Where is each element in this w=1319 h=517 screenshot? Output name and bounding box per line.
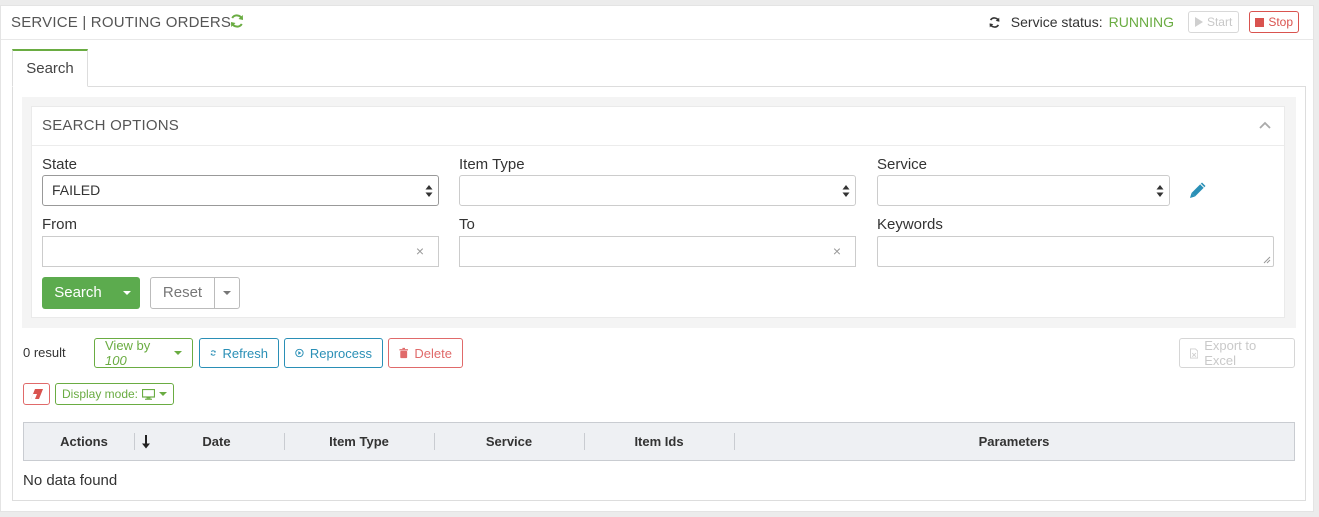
reset-dropdown-toggle[interactable] (215, 278, 239, 308)
column-date[interactable]: Date (154, 423, 279, 460)
monitor-icon (142, 388, 156, 400)
caret-down-icon (159, 392, 168, 396)
refresh-icon (210, 350, 216, 356)
to-label: To (459, 216, 475, 233)
chevron-up-icon[interactable] (1258, 118, 1272, 132)
search-options-panel: SEARCH OPTIONS State Item Type Service F… (31, 106, 1285, 318)
page-frame: SERVICE | ROUTING ORDERS Service status:… (0, 5, 1314, 512)
search-button[interactable]: Search (42, 277, 140, 309)
file-excel-icon (1190, 347, 1199, 359)
service-status-bar: Service status: RUNNING Start Stop (988, 11, 1299, 33)
start-button[interactable]: Start (1187, 11, 1240, 33)
export-excel-button[interactable]: Export to Excel (1179, 338, 1295, 368)
view-by-text: View by (105, 338, 151, 353)
service-select[interactable] (877, 175, 1170, 206)
close-icon: × (832, 243, 842, 259)
eraser-icon (30, 389, 43, 399)
page-title: SERVICE | ROUTING ORDERS (11, 14, 232, 31)
refresh-button-label: Refresh (222, 345, 268, 361)
results-table-header: Actions Date Item Type Service Item Ids … (23, 422, 1295, 461)
item-type-select[interactable] (459, 175, 856, 206)
item-type-label: Item Type (459, 156, 525, 173)
column-item-ids[interactable]: Item Ids (584, 423, 734, 460)
reset-button[interactable]: Reset (150, 277, 240, 309)
column-parameters[interactable]: Parameters (734, 423, 1294, 460)
caret-down-icon (123, 291, 131, 295)
search-tab-panel: SEARCH OPTIONS State Item Type Service F… (12, 86, 1306, 501)
from-date-input[interactable] (42, 236, 403, 267)
display-mode-dropdown[interactable]: Display mode: (55, 383, 174, 405)
close-icon: × (415, 243, 425, 259)
updown-icon (1156, 185, 1164, 197)
delete-button[interactable]: Delete (388, 338, 463, 368)
column-item-type[interactable]: Item Type (284, 423, 434, 460)
display-mode-label: Display mode: (61, 387, 139, 401)
sync-icon (989, 16, 1000, 28)
resize-grip-icon[interactable] (1263, 256, 1271, 264)
state-label: State (42, 156, 78, 173)
export-excel-label: Export to Excel (1204, 338, 1257, 368)
service-label: Service (877, 156, 928, 173)
search-options-title: SEARCH OPTIONS (42, 117, 179, 134)
play-circle-icon (295, 348, 304, 358)
caret-down-icon (174, 351, 182, 355)
view-by-label: View by 100 (105, 338, 168, 368)
state-select-value: FAILED (52, 182, 101, 198)
keywords-label: Keywords (877, 216, 943, 233)
search-button-label: Search (54, 284, 102, 301)
tab-search[interactable]: Search (12, 49, 88, 87)
reset-button-label: Reset (151, 278, 215, 308)
keywords-textarea[interactable] (877, 236, 1274, 267)
view-by-dropdown[interactable]: View by 100 (94, 338, 193, 368)
divider (32, 145, 1284, 146)
view-by-value: 100 (105, 353, 127, 368)
from-label: From (42, 216, 77, 233)
reprocess-button[interactable]: Reprocess (284, 338, 383, 368)
to-date-input[interactable] (459, 236, 820, 267)
clear-from-button[interactable]: × (402, 236, 439, 267)
stop-icon (1255, 17, 1265, 27)
delete-button-label: Delete (414, 345, 452, 361)
column-service[interactable]: Service (434, 423, 584, 460)
updown-icon (425, 185, 433, 197)
pencil-icon[interactable] (1189, 181, 1207, 199)
start-button-label: Start (1206, 15, 1233, 29)
clear-to-button[interactable]: × (819, 236, 856, 267)
search-dropdown-toggle[interactable] (114, 277, 140, 309)
empty-table-message: No data found (23, 472, 118, 489)
updown-icon (842, 185, 850, 197)
clear-filters-button[interactable] (23, 383, 50, 405)
stop-button-label: Stop (1268, 15, 1293, 29)
stop-button[interactable]: Stop (1249, 11, 1299, 33)
search-options-wrapper: SEARCH OPTIONS State Item Type Service F… (22, 97, 1296, 328)
trash-icon (399, 347, 408, 359)
reprocess-button-label: Reprocess (309, 345, 372, 361)
caret-down-icon (223, 291, 231, 295)
refresh-button[interactable]: Refresh (199, 338, 279, 368)
result-count: 0 result (23, 345, 66, 360)
refresh-icon[interactable] (229, 13, 245, 29)
play-icon (1194, 17, 1203, 27)
page-header: SERVICE | ROUTING ORDERS Service status:… (1, 6, 1313, 40)
column-actions[interactable]: Actions (24, 423, 144, 460)
state-select[interactable]: FAILED (42, 175, 439, 206)
sort-down-icon[interactable] (141, 435, 151, 449)
service-status-value: RUNNING (1108, 14, 1174, 30)
service-status-label: Service status: (1010, 14, 1103, 30)
column-divider (134, 433, 135, 450)
